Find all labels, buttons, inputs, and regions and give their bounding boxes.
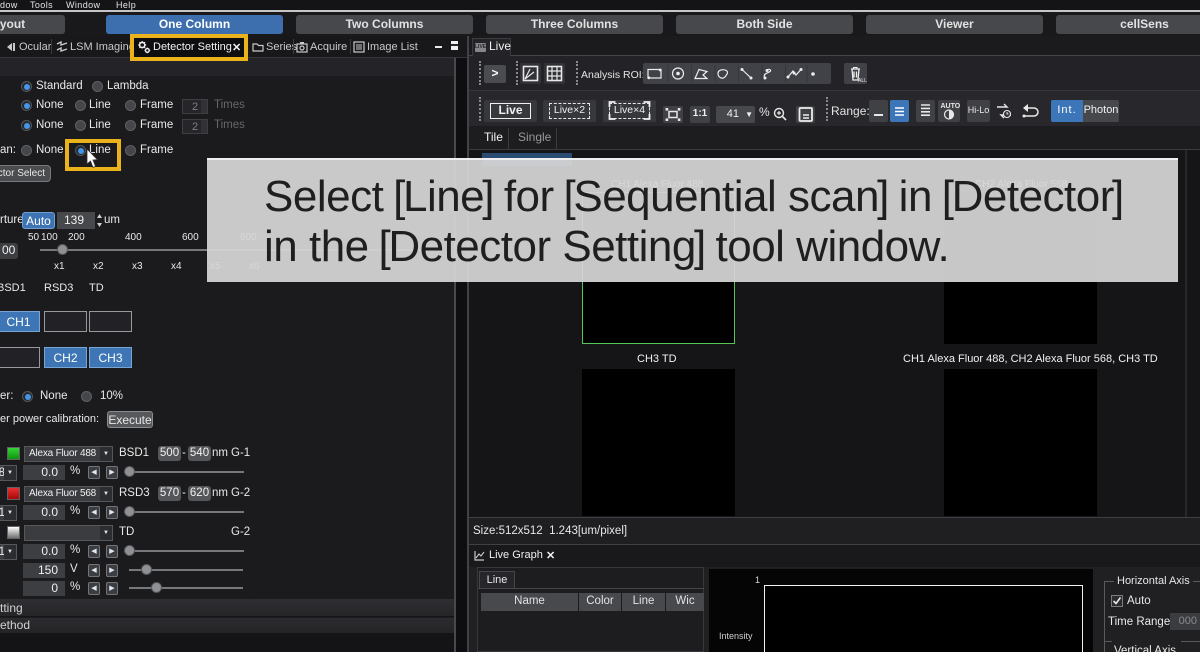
svg-text:AUTO: AUTO — [941, 103, 961, 110]
svg-text:ALL: ALL — [858, 78, 867, 84]
